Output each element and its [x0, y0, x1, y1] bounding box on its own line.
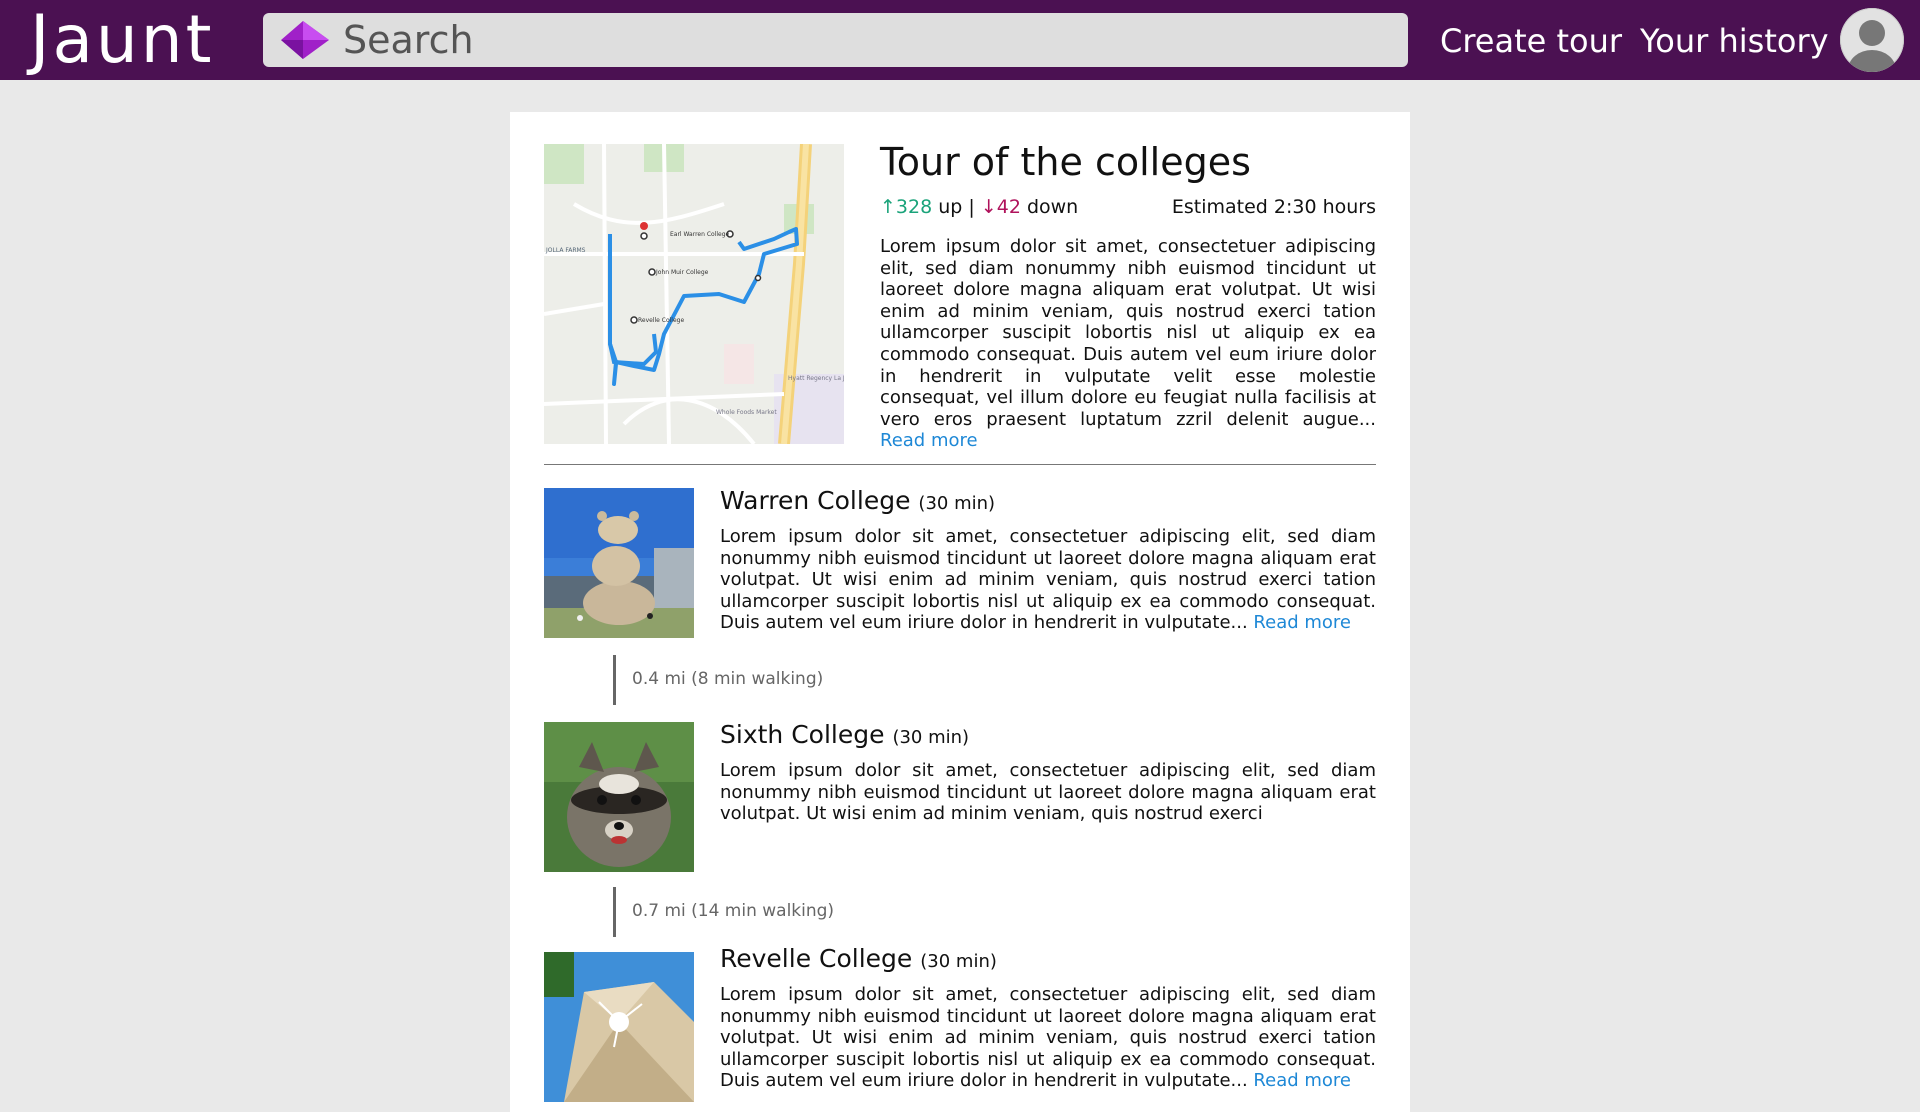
- walk-connector-line: [613, 887, 616, 937]
- vote-stats: ↑328 up | ↓42 down: [880, 196, 1078, 218]
- top-bar: Jaunt Search Create tour Your history: [0, 0, 1920, 80]
- stop-duration: (30 min): [920, 951, 997, 972]
- map-label-warren: Earl Warren College: [670, 231, 730, 238]
- stop-description-text: Lorem ipsum dolor sit amet, consectetuer…: [720, 760, 1376, 825]
- search-placeholder[interactable]: Search: [343, 18, 474, 62]
- user-silhouette-icon: [1848, 20, 1896, 72]
- map-label-muir: John Muir College: [655, 269, 709, 276]
- map-label-jolla-farms: JOLLA FARMS: [545, 247, 586, 254]
- map-label-hyatt: Hyatt Regency La Jolla: [788, 375, 844, 382]
- estimated-duration: Estimated 2:30 hours: [1171, 196, 1376, 218]
- stop-name: Warren College: [720, 486, 911, 515]
- walk-distance: 0.7 mi (14 min walking): [632, 901, 835, 921]
- section-divider: [544, 464, 1376, 465]
- map-label-whole-foods: Whole Foods Market: [716, 409, 777, 416]
- stop-read-more-link[interactable]: Read more: [1253, 1070, 1351, 1091]
- stop-image-sixth[interactable]: [544, 722, 694, 872]
- upvote-count: 328: [895, 196, 933, 218]
- stop-title-warren[interactable]: Warren College (30 min): [720, 486, 995, 515]
- upvote-label: up |: [932, 196, 981, 218]
- user-avatar[interactable]: [1840, 8, 1904, 72]
- stop-duration: (30 min): [892, 727, 970, 748]
- map-label-revelle: Revelle College: [638, 317, 684, 324]
- tour-title: Tour of the colleges: [880, 140, 1251, 184]
- stop-title-revelle[interactable]: Revelle College (30 min): [720, 944, 997, 973]
- stop-duration: (30 min): [918, 493, 996, 514]
- stop-read-more-link[interactable]: Read more: [1253, 612, 1351, 633]
- downvote-arrow-icon[interactable]: ↓: [981, 196, 997, 218]
- walk-distance: 0.4 mi (8 min walking): [632, 669, 824, 689]
- tour-card: Earl Warren College John Muir College Re…: [510, 112, 1410, 1112]
- create-tour-link[interactable]: Create tour: [1440, 22, 1622, 60]
- tour-read-more-link[interactable]: Read more: [880, 430, 978, 451]
- upvote-arrow-icon[interactable]: ↑: [880, 196, 896, 218]
- search-bar[interactable]: Search: [263, 13, 1408, 67]
- downvote-label: down: [1020, 196, 1079, 218]
- tour-description: Lorem ipsum dolor sit amet, consectetuer…: [880, 236, 1376, 452]
- stop-name: Revelle College: [720, 944, 913, 973]
- diamond-logo-icon: [281, 21, 329, 59]
- stop-title-sixth[interactable]: Sixth College (30 min): [720, 720, 969, 749]
- stop-name: Sixth College: [720, 720, 885, 749]
- stop-image-warren[interactable]: [544, 488, 694, 638]
- logo[interactable]: Jaunt: [30, 4, 214, 76]
- walk-connector-line: [613, 655, 616, 705]
- stop-description-sixth: Lorem ipsum dolor sit amet, consectetuer…: [720, 760, 1376, 825]
- downvote-count: 42: [996, 196, 1021, 218]
- tour-route-map[interactable]: Earl Warren College John Muir College Re…: [544, 144, 844, 444]
- your-history-link[interactable]: Your history: [1640, 22, 1829, 60]
- tour-description-text: Lorem ipsum dolor sit amet, consectetuer…: [880, 236, 1376, 430]
- stop-description-warren: Lorem ipsum dolor sit amet, consectetuer…: [720, 526, 1376, 634]
- stop-description-revelle: Lorem ipsum dolor sit amet, consectetuer…: [720, 984, 1376, 1092]
